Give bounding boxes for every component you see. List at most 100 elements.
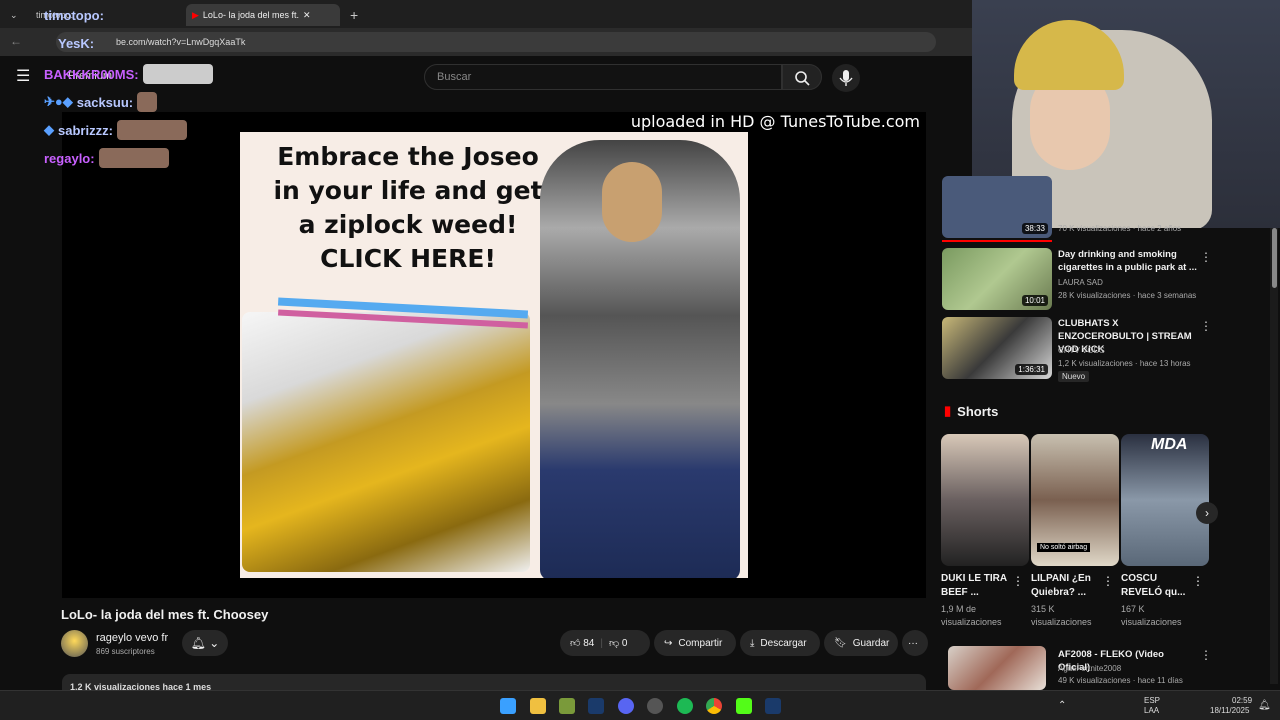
channel-name[interactable]: rageylo vevo fr xyxy=(96,632,168,644)
channel-avatar[interactable] xyxy=(61,630,88,657)
ziplock-bag-image xyxy=(242,312,530,572)
like-count: 84 xyxy=(583,638,595,649)
more-actions-button[interactable]: ··· xyxy=(902,630,928,656)
windows-taskbar: ⌃ ESP LAA 02:59 18/11/2025 🔔︎ xyxy=(0,690,1280,720)
discord-icon[interactable] xyxy=(618,698,634,714)
menu-icon[interactable]: ☰ xyxy=(16,66,30,86)
youtube-icon: ▶ xyxy=(192,9,199,20)
more-options-icon[interactable]: ⋮ xyxy=(1012,574,1024,588)
video-thumbnail[interactable]: 1:36:31 xyxy=(942,317,1052,379)
spotify-icon[interactable] xyxy=(677,698,693,714)
channel-name[interactable]: AgusFortnite2008 xyxy=(1058,664,1121,673)
chevron-right-icon: › xyxy=(1205,506,1209,520)
video-player[interactable]: uploaded in HD @ TunesToTube.com Embrace… xyxy=(62,112,926,598)
save-button[interactable]: 🔖︎ Guardar xyxy=(824,630,898,656)
search-icon xyxy=(795,71,810,86)
steam-icon[interactable] xyxy=(588,698,604,714)
dislike-button[interactable]: 👎︎ 0 xyxy=(609,637,628,649)
frame-line: Embrace the Joseo xyxy=(277,142,539,171)
minecraft-icon[interactable] xyxy=(559,698,575,714)
file-explorer-icon[interactable] xyxy=(530,698,546,714)
back-button[interactable]: ← xyxy=(10,34,22,48)
more-options-icon[interactable]: ⋮ xyxy=(1102,574,1114,588)
short-thumbnail[interactable]: No soltó airbag xyxy=(1031,434,1119,566)
more-options-icon[interactable]: ⋮ xyxy=(1192,574,1204,588)
more-options-icon[interactable]: ⋮ xyxy=(1200,648,1212,662)
video-title: LoLo- la joda del mes ft. Choosey xyxy=(61,607,269,622)
short-title[interactable]: LILPANI ¿En Quiebra? ... xyxy=(1031,572,1109,600)
chat-emote xyxy=(98,148,169,168)
new-tab-button[interactable]: + xyxy=(344,4,364,26)
share-icon: ↪ xyxy=(664,637,673,649)
chat-message: BAKKKR00MS: xyxy=(44,64,213,84)
tab-list-button[interactable]: ⌄ xyxy=(4,4,28,26)
notifications-button[interactable]: 🔔︎ ⌄ xyxy=(182,630,228,656)
frame-line: in your life and get xyxy=(273,176,543,205)
download-icon: ⤓ xyxy=(750,637,755,649)
download-button[interactable]: ⤓ Descargar xyxy=(740,630,820,656)
channel-name[interactable]: CHTV VODS xyxy=(1058,346,1105,355)
video-thumbnail[interactable] xyxy=(948,646,1046,690)
start-icon[interactable] xyxy=(500,698,516,714)
video-thumbnail[interactable]: 38:33 xyxy=(942,176,1052,238)
dislike-count: 0 xyxy=(621,638,628,649)
more-options-icon[interactable]: ⋮ xyxy=(1200,250,1212,264)
video-meta: 49 K visualizaciones · hace 11 días xyxy=(1058,676,1183,685)
short-thumbnail[interactable] xyxy=(941,434,1029,566)
share-button[interactable]: ↪ Compartir xyxy=(654,630,736,656)
chat-message: ◆ sabrizzz: xyxy=(44,120,187,140)
close-tab-icon[interactable]: ✕ xyxy=(303,10,311,21)
more-options-icon[interactable]: ⋮ xyxy=(1200,319,1212,333)
share-label: Compartir xyxy=(678,637,723,649)
clock-date[interactable]: 18/11/2025 xyxy=(1210,706,1249,715)
video-frame: Embrace the Joseo in your life and get a… xyxy=(240,132,748,578)
video-watermark: uploaded in HD @ TunesToTube.com xyxy=(630,112,920,131)
chrome-icon[interactable] xyxy=(706,698,722,714)
chat-message: regaylo: xyxy=(44,148,169,168)
search-input[interactable]: Buscar xyxy=(424,64,782,90)
chat-user: sabrizzz: xyxy=(58,122,113,138)
short-title[interactable]: DUKI LE TIRA BEEF ... xyxy=(941,572,1019,600)
tab-label: LoLo- la joda del mes ft. xyxy=(202,10,299,20)
chat-user: BAKKKR00MS: xyxy=(44,66,139,82)
language-layout[interactable]: LAA xyxy=(1144,706,1159,715)
chat-user: timotopo: xyxy=(44,8,104,23)
thumbs-up-icon: 👍︎ xyxy=(570,638,581,649)
video-title[interactable]: Day drinking and smoking cigarettes in a… xyxy=(1058,248,1198,274)
bell-icon: 🔔︎ xyxy=(190,636,206,650)
like-button[interactable]: 👍︎ 84 xyxy=(570,637,594,649)
divider: | xyxy=(600,637,603,649)
subscriber-count: 869 suscriptores xyxy=(96,647,155,656)
short-views: 1,9 M de visualizaciones xyxy=(941,604,1002,627)
shorts-label: Shorts xyxy=(957,403,999,419)
video-meta: 70 K visualizaciones · hace 2 años xyxy=(1058,224,1182,233)
short-title[interactable]: COSCU REVELÓ qu... xyxy=(1121,572,1199,600)
url-field[interactable]: be.com/watch?v=LnwDgqXaaTk xyxy=(56,32,936,52)
search-button[interactable] xyxy=(782,64,822,90)
chat-emote xyxy=(116,120,187,140)
language-indicator[interactable]: ESP xyxy=(1144,696,1160,705)
kick-icon[interactable] xyxy=(736,698,752,714)
steam-icon[interactable] xyxy=(765,698,781,714)
person-face xyxy=(602,162,662,242)
clock-time[interactable]: 02:59 xyxy=(1232,696,1252,705)
chat-message: YesK: xyxy=(58,36,94,51)
chat-emote xyxy=(142,64,213,84)
voice-search-button[interactable] xyxy=(832,64,860,92)
shorts-next-button[interactable]: › xyxy=(1196,502,1218,524)
notifications-icon[interactable]: 🔔︎ xyxy=(1258,700,1271,711)
tray-overflow-icon[interactable]: ⌃ xyxy=(1058,700,1066,711)
chat-message: timotopo: xyxy=(44,8,104,23)
mic-icon xyxy=(839,70,853,86)
scrollbar-thumb[interactable] xyxy=(1272,228,1277,288)
frame-line: a ziplock weed! xyxy=(298,210,518,239)
scrollbar-track[interactable] xyxy=(1270,228,1278,684)
shorts-icon: ▮ xyxy=(944,403,952,418)
watch-progress-bar xyxy=(942,240,1052,242)
video-meta: 1,2 K visualizaciones · hace 13 horas xyxy=(1058,359,1191,368)
channel-name[interactable]: LAURA SAD xyxy=(1058,278,1103,287)
tab-video[interactable]: ▶ LoLo- la joda del mes ft. ✕ xyxy=(186,4,340,26)
video-thumbnail[interactable]: 10:01 xyxy=(942,248,1052,310)
app-icon[interactable] xyxy=(647,698,663,714)
short-thumbnail[interactable]: MDA xyxy=(1121,434,1209,566)
